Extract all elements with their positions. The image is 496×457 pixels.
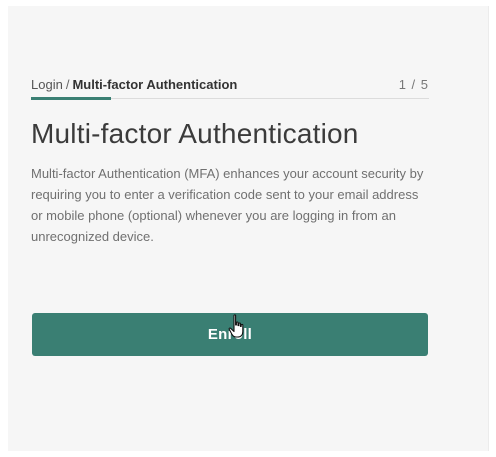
mfa-description: Multi-factor Authentication (MFA) enhanc…: [31, 166, 424, 244]
breadcrumb: Login / Multi-factor Authentication 1 / 5: [31, 77, 429, 97]
step-counter: 1 / 5: [398, 77, 429, 92]
hand-pointer-icon: [228, 314, 244, 338]
step-progress-bar: [31, 97, 111, 100]
page-title: Multi-factor Authentication: [31, 118, 359, 149]
breadcrumb-login[interactable]: Login: [31, 77, 63, 92]
breadcrumb-current: Multi-factor Authentication: [72, 77, 238, 92]
breadcrumb-separator: /: [65, 77, 70, 92]
